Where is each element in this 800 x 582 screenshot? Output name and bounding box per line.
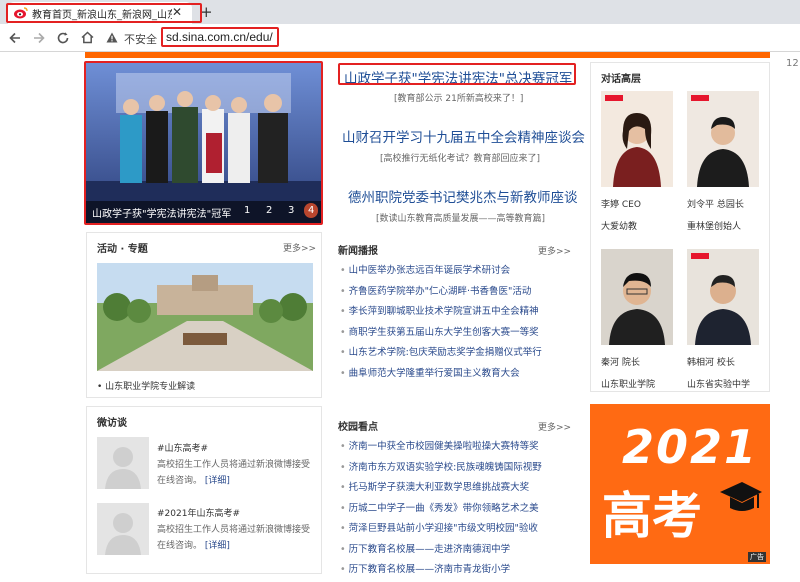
news-item[interactable]: 山东艺术学院:包庆荣励志奖学金捐赠仪式举行 <box>340 344 542 365</box>
ad-word: 高考 <box>602 487 702 545</box>
news-title: 新闻播报 <box>338 246 378 257</box>
person-1-org[interactable]: 大爱幼教 <box>601 219 637 232</box>
avatar-placeholder-2 <box>97 503 149 555</box>
campus-item[interactable]: 济南市东方双语实验学校:民族魂魄铸国际视野 <box>340 459 542 480</box>
campus-title: 校园看点 <box>338 422 378 433</box>
activities-more-link[interactable]: 更多>> <box>283 241 316 254</box>
activities-caption[interactable]: • 山东职业学院专业解读 <box>97 379 195 392</box>
headline-2-sub[interactable]: [高校推行无纸化考试？教育部回应来了] <box>380 151 540 164</box>
warning-icon <box>106 32 118 43</box>
campus-item[interactable]: 历下教育名校展——走进济南德润中学 <box>340 541 542 562</box>
campus-panel: 校园看点 更多>> 济南一中获全市校园健美操啦啦操大赛特等奖 济南市东方双语实验… <box>330 412 578 575</box>
back-arrow-icon[interactable] <box>8 31 22 45</box>
activities-panel: 活动 · 专题 更多>> • 山东职业学院专业解读 <box>86 232 322 398</box>
campus-item[interactable]: 历城二中学子一曲《秀发》带你领略艺术之美 <box>340 500 542 521</box>
person-photo-2[interactable] <box>687 91 759 187</box>
news-item[interactable]: 曲阜师范大学隆重举行爱国主义教育大会 <box>340 365 542 386</box>
campus-photo[interactable] <box>97 263 313 371</box>
person-photo-4[interactable] <box>687 249 759 345</box>
weibo-1-detail-link[interactable]: [详细] <box>205 476 230 486</box>
highlight-url-box <box>161 27 279 47</box>
forward-arrow-icon[interactable] <box>32 31 46 45</box>
ad-badge: 广告 <box>748 552 766 562</box>
weibo-1-tag[interactable]: #山东高考# <box>157 441 208 454</box>
graduation-cap-icon <box>720 482 762 511</box>
home-icon[interactable] <box>80 30 95 45</box>
highlight-slideshow-box <box>84 61 323 225</box>
campus-list: 济南一中获全市校园健美操啦啦操大赛特等奖 济南市东方双语实验学校:民族魂魄铸国际… <box>340 438 542 582</box>
news-item[interactable]: 李长萍到聊城职业技术学院宣讲五中全会精神 <box>340 303 542 324</box>
weibo-2-detail-link[interactable]: [详细] <box>205 541 230 551</box>
campus-item[interactable]: 济南一中获全市校园健美操啦啦操大赛特等奖 <box>340 438 542 459</box>
news-item[interactable]: 齐鲁医药学院举办"仁心湖畔·书香鲁医"活动 <box>340 283 542 304</box>
weibo-title: 微访谈 <box>97 418 127 429</box>
security-label[interactable]: 不安全 <box>124 31 157 47</box>
news-item[interactable]: 商职学生获第五届山东大学生创客大赛一等奖 <box>340 324 542 345</box>
headline-3[interactable]: 德州职院党委书记樊兆杰与新教师座谈 <box>348 186 578 206</box>
weibo-2-text: 高校招生工作人员将通过新浪微博接受在线咨询。 [详细] <box>157 525 311 551</box>
news-list: 山中医举办张志远百年诞辰学术研讨会 齐鲁医药学院举办"仁心湖畔·书香鲁医"活动 … <box>340 262 542 385</box>
headline-section: 山政学子获"学宪法讲宪法"总决赛冠军 [教育部公示 21所新高校来了！] 山财召… <box>330 62 585 232</box>
campus-item[interactable]: 托马斯学子获澳大利亚数学思维挑战赛大奖 <box>340 479 542 500</box>
activities-title: 活动 · 专题 <box>97 244 148 255</box>
person-2-title[interactable]: 刘令平 总园长 <box>687 197 744 210</box>
person-2-org[interactable]: 重林堡创始人 <box>687 219 741 232</box>
headline-3-sub[interactable]: [数读山东教育高质量发展——高等教育篇] <box>376 211 545 224</box>
campus-item[interactable]: 菏泽巨野县站前小学迎接"市级文明校园"验收 <box>340 520 542 541</box>
headline-2[interactable]: 山财召开学习十九届五中全会精神座谈会 <box>342 126 585 146</box>
person-4-title[interactable]: 韩相河 校长 <box>687 355 735 368</box>
avatar-placeholder-1 <box>97 437 149 489</box>
reload-icon[interactable] <box>56 31 70 45</box>
dialog-title: 对话高层 <box>601 74 641 85</box>
campus-item[interactable]: 历下教育名校展——济南市青龙街小学 <box>340 561 542 582</box>
news-item[interactable]: 山中医举办张志远百年诞辰学术研讨会 <box>340 262 542 283</box>
news-panel: 新闻播报 更多>> 山中医举办张志远百年诞辰学术研讨会 齐鲁医药学院举办"仁心湖… <box>330 236 578 386</box>
news-more-link[interactable]: 更多>> <box>538 244 571 257</box>
side-number: 12 <box>786 58 799 69</box>
person-3-title[interactable]: 秦河 院长 <box>601 355 640 368</box>
person-3-org[interactable]: 山东职业学院 <box>601 377 655 390</box>
weibo-1-text: 高校招生工作人员将通过新浪微博接受在线咨询。 [详细] <box>157 460 311 486</box>
person-photo-3[interactable] <box>601 249 673 345</box>
weibo-2-tag[interactable]: #2021年山东高考# <box>157 506 240 519</box>
ad-year: 2021 <box>622 420 759 474</box>
highlight-tab-box <box>6 3 202 23</box>
campus-more-link[interactable]: 更多>> <box>538 420 571 433</box>
browser-toolbar: 不安全 sd.sina.com.cn/edu/ <box>0 24 800 52</box>
person-photo-1[interactable] <box>601 91 673 187</box>
person-1-title[interactable]: 李婷 CEO <box>601 197 641 210</box>
headline-1-sub[interactable]: [教育部公示 21所新高校来了！] <box>394 91 523 104</box>
highlight-headline-box <box>338 63 576 85</box>
orange-top-strip <box>85 52 770 58</box>
person-4-org[interactable]: 山东省实验中学 <box>687 377 750 390</box>
weibo-panel: 微访谈 #山东高考# 高校招生工作人员将通过新浪微博接受在线咨询。 [详细] #… <box>86 406 322 574</box>
dialog-panel: 对话高层 李婷 CEO 刘令平 总园长 大爱幼教 重林堡创始人 秦河 院长 韩相… <box>590 62 770 392</box>
gaokao-ad[interactable]: 2021 高考 广告 <box>590 404 770 564</box>
